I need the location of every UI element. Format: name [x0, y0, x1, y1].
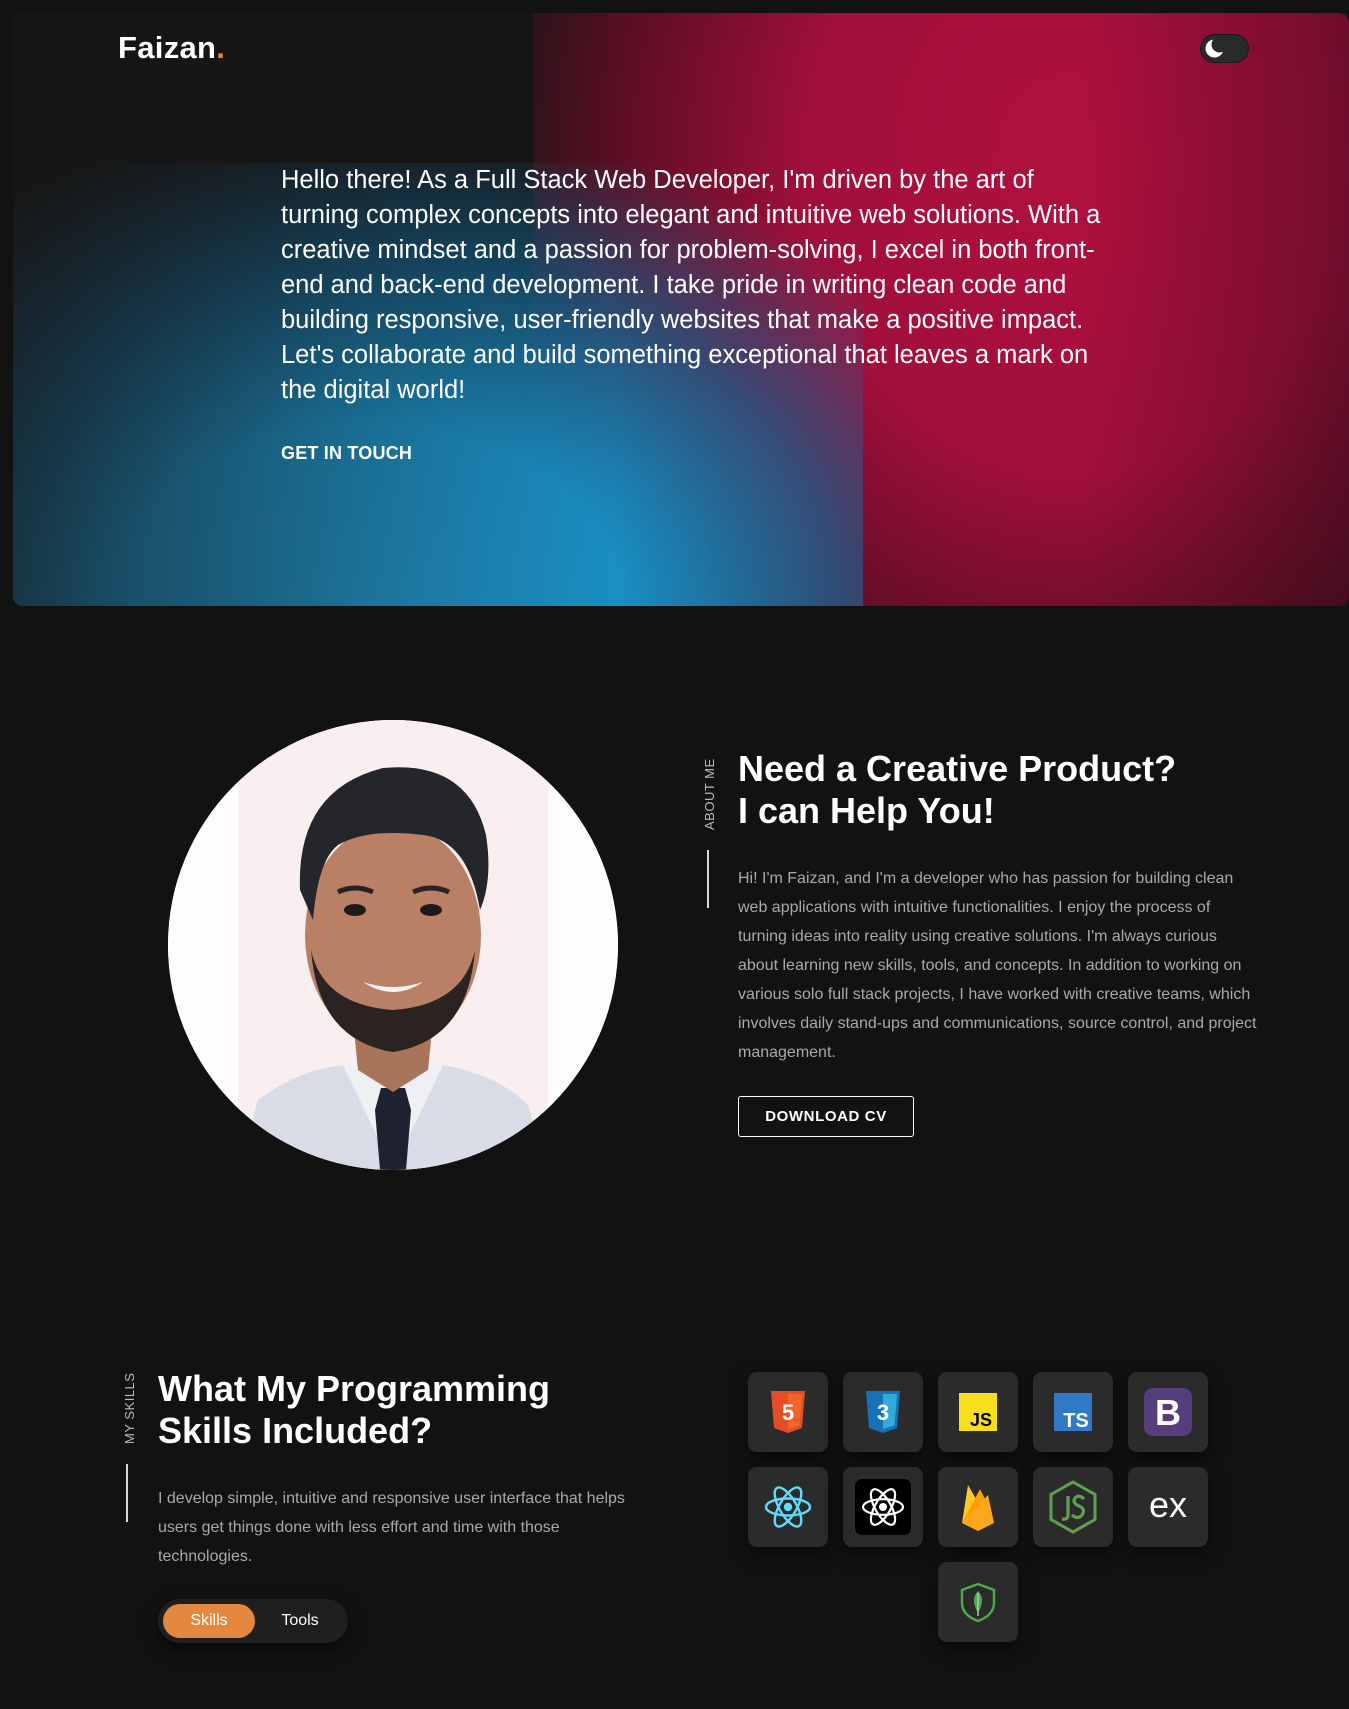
logo[interactable]: Faizan.: [118, 30, 225, 66]
about-divider: [707, 850, 709, 908]
skills-section-label: MY SKILLS: [122, 1372, 137, 1444]
bootstrap-tile: B: [1128, 1372, 1208, 1452]
html5-icon: 5: [771, 1391, 805, 1433]
about-section-label: ABOUT ME: [702, 758, 717, 830]
css3-icon-text: 3: [877, 1400, 889, 1425]
skills-tools-switch: Skills Tools: [158, 1599, 348, 1643]
typescript-icon-text: TS: [1063, 1410, 1089, 1431]
mongodb-tile: [938, 1562, 1018, 1642]
hero-intro-text: Hello there! As a Full Stack Web Develop…: [281, 166, 1101, 404]
express-icon-text: ex: [1149, 1487, 1187, 1525]
skills-title-line2: Skills Included?: [158, 1410, 433, 1451]
javascript-icon: JS: [959, 1393, 997, 1431]
get-in-touch-link[interactable]: GET IN TOUCH: [281, 443, 412, 464]
javascript-icon-text: JS: [970, 1410, 992, 1430]
skills-divider: [126, 1464, 128, 1522]
bootstrap-icon: B: [1144, 1388, 1192, 1436]
express-icon: ex: [1149, 1487, 1187, 1525]
mongodb-icon: [960, 1582, 996, 1623]
javascript-tile: JS: [938, 1372, 1018, 1452]
logo-text: Faizan: [118, 30, 217, 65]
html5-icon-text: 5: [782, 1400, 794, 1425]
theme-toggle[interactable]: [1201, 35, 1248, 62]
react-native-icon: [855, 1479, 911, 1535]
profile-photo: [168, 720, 618, 1170]
css3-tile: 3: [843, 1372, 923, 1452]
react-tile: [748, 1467, 828, 1547]
nodejs-icon: [1049, 1480, 1097, 1534]
about-title-line2: I can Help You!: [738, 790, 995, 831]
express-tile: ex: [1128, 1467, 1208, 1547]
skills-tab[interactable]: Skills: [163, 1604, 255, 1638]
react-native-tile: [843, 1467, 923, 1547]
bootstrap-icon-text: B: [1155, 1392, 1181, 1433]
skills-title: What My Programming Skills Included?: [158, 1368, 638, 1452]
firebase-tile: [938, 1467, 1018, 1547]
typescript-tile: TS: [1033, 1372, 1113, 1452]
nodejs-tile: [1033, 1467, 1113, 1547]
about-title: Need a Creative Product? I can Help You!: [738, 748, 1278, 832]
tools-tab[interactable]: Tools: [258, 1604, 342, 1638]
logo-dot: .: [216, 30, 226, 65]
download-cv-button[interactable]: DOWNLOAD CV: [738, 1096, 914, 1137]
typescript-icon: TS: [1054, 1393, 1092, 1431]
firebase-icon: [962, 1485, 994, 1531]
skills-description: I develop simple, intuitive and responsi…: [158, 1490, 625, 1565]
about-description: Hi! I'm Faizan, and I'm a developer who …: [738, 870, 1257, 1061]
about-title-line1: Need a Creative Product?: [738, 748, 1177, 789]
react-icon: [764, 1486, 812, 1528]
moon-icon: [1203, 37, 1226, 60]
css3-icon: 3: [866, 1391, 900, 1433]
skills-title-line1: What My Programming: [158, 1368, 551, 1409]
html5-tile: 5: [748, 1372, 828, 1452]
